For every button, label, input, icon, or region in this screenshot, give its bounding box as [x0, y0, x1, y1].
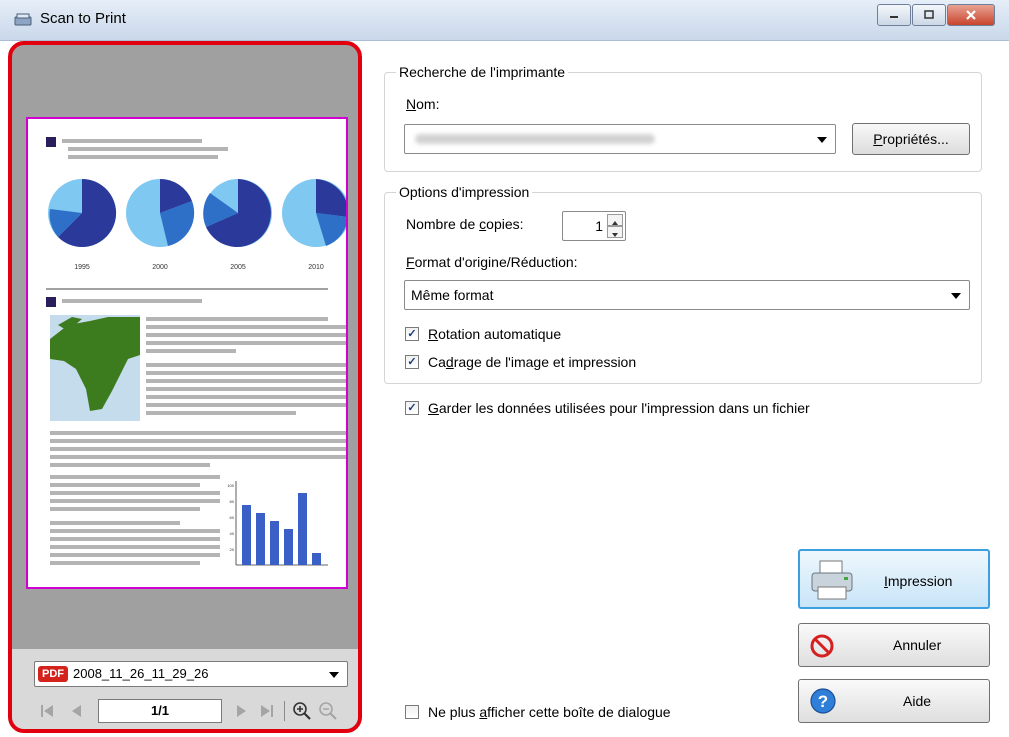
copies-value: 1	[595, 218, 603, 234]
crop-checkbox[interactable]: ✓	[405, 355, 419, 369]
printer-search-group	[384, 72, 982, 172]
page-navigation: 1/1	[34, 695, 348, 727]
window-controls	[876, 4, 995, 26]
first-page-icon[interactable]	[40, 704, 54, 718]
rotation-label[interactable]: Rotation automatique	[428, 326, 561, 342]
mini-bar	[242, 505, 251, 565]
file-select[interactable]: PDF 2008_11_26_11_29_26	[34, 661, 348, 687]
printer-name-label: Nom:	[406, 96, 440, 112]
close-button[interactable]	[947, 4, 995, 26]
crop-label[interactable]: Cadrage de l'image et impression	[428, 354, 636, 370]
chevron-down-icon	[951, 293, 961, 299]
world-map-thumbnail	[50, 315, 140, 421]
page-number-field[interactable]: 1/1	[98, 699, 222, 723]
zoom-in-icon[interactable]	[292, 701, 312, 721]
help-icon: ?	[810, 688, 836, 714]
mini-bar	[270, 521, 279, 565]
format-value: Même format	[411, 287, 494, 303]
print-button-label: Impression	[884, 573, 953, 589]
cancel-button[interactable]: Annuler	[798, 623, 990, 667]
last-page-icon[interactable]	[260, 704, 274, 718]
pie-chart-2000	[126, 178, 195, 247]
window-title: Scan to Print	[40, 10, 126, 27]
help-button-label: Aide	[903, 693, 932, 709]
arrow-down-icon	[612, 233, 618, 237]
pie-chart-1995	[48, 178, 117, 247]
preview-panel: 1995 2000 2005 2010 100 80 60 40 20 PDF …	[8, 41, 362, 733]
pie-label-1995: 1995	[74, 264, 90, 271]
mini-bar	[284, 529, 293, 565]
copies-label: Nombre de copies:	[406, 216, 524, 232]
format-label: Format d'origine/Réduction:	[406, 254, 578, 270]
format-select[interactable]: Même format	[404, 280, 970, 310]
keep-data-checkbox[interactable]: ✓	[405, 401, 419, 415]
stepper-up-button[interactable]	[607, 214, 623, 226]
mini-bar	[256, 513, 265, 565]
printer-name-blurred	[415, 134, 655, 144]
pdf-icon: PDF	[38, 666, 68, 682]
mini-bar-axis-label: 100	[227, 483, 234, 488]
next-page-icon[interactable]	[234, 704, 248, 718]
cancel-button-label: Annuler	[893, 637, 942, 653]
mini-bar	[298, 493, 307, 565]
help-button[interactable]: ? Aide	[798, 679, 990, 723]
stepper-down-button[interactable]	[607, 226, 623, 238]
zoom-out-icon[interactable]	[318, 701, 338, 721]
file-name: 2008_11_26_11_29_26	[73, 666, 209, 681]
chevron-down-icon	[329, 672, 339, 678]
keep-data-label[interactable]: Garder les données utilisées pour l'impr…	[428, 400, 810, 416]
printer-select[interactable]	[404, 124, 836, 154]
dont-show-checkbox[interactable]	[405, 705, 419, 719]
pie-chart-2010	[282, 179, 350, 247]
mini-bar-axis-label: 60	[230, 515, 235, 520]
scanner-icon	[14, 13, 32, 26]
print-options-legend: Options d'impression	[396, 184, 533, 200]
printer-icon	[811, 560, 853, 600]
properties-button[interactable]: Propriétés...	[852, 123, 970, 155]
print-button[interactable]: Impression	[798, 549, 990, 609]
maximize-button[interactable]	[912, 4, 946, 26]
toolbar-divider	[284, 701, 285, 721]
previous-page-icon[interactable]	[70, 704, 84, 718]
mini-bar-chart: 100 80 60 40 20	[227, 481, 328, 566]
prohibited-icon	[810, 634, 834, 658]
rotation-checkbox[interactable]: ✓	[405, 327, 419, 341]
svg-text:?: ?	[818, 692, 828, 711]
copies-stepper[interactable]: 1	[562, 211, 626, 241]
minimize-icon	[890, 16, 898, 18]
mini-bar	[312, 553, 321, 565]
mini-bar-axis-label: 20	[230, 547, 235, 552]
page-thumbnail: 1995 2000 2005 2010 10080604020	[46, 137, 350, 566]
text-block-1	[146, 317, 346, 415]
mini-bar-axis-label: 80	[230, 499, 235, 504]
minimize-button[interactable]	[877, 4, 911, 26]
pie-label-2000: 2000	[152, 264, 168, 271]
pie-label-2010: 2010	[308, 264, 324, 271]
preview-page: 1995 2000 2005 2010 100 80 60 40 20	[26, 117, 350, 589]
maximize-icon	[924, 10, 934, 19]
mini-bar-axis-label: 40	[230, 531, 235, 536]
printer-search-legend: Recherche de l'imprimante	[396, 64, 569, 80]
chevron-down-icon	[817, 137, 827, 143]
close-icon	[966, 10, 976, 20]
dont-show-label[interactable]: Ne plus afficher cette boîte de dialogue	[428, 704, 671, 720]
pie-chart-2005	[203, 179, 272, 247]
pie-label-2005: 2005	[230, 264, 246, 271]
title-bar: Scan to Print	[0, 0, 1009, 41]
